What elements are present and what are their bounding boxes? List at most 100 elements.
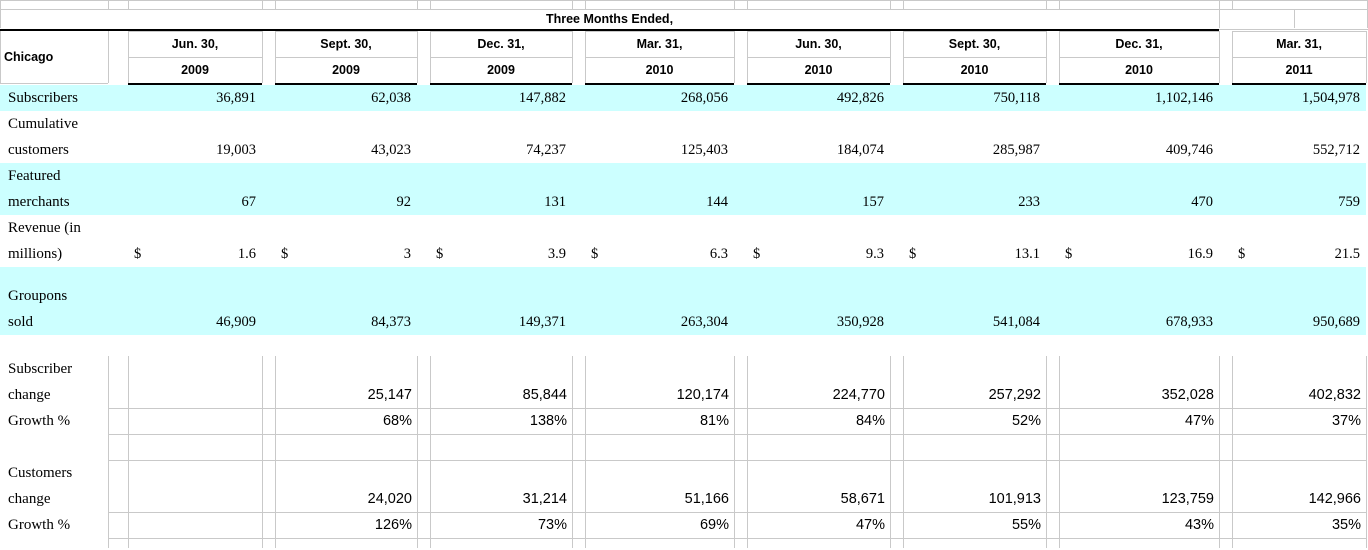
derived-value: 69% [699, 517, 729, 533]
derived-value: 68% [382, 413, 412, 429]
derived-value: 81% [699, 413, 729, 429]
column-header-month-6: Dec. 31, [1115, 37, 1163, 51]
currency-symbol: $ [753, 246, 761, 262]
thin-row-divider [430, 0, 431, 10]
header-gutter-left-6 [1046, 31, 1047, 83]
derived-label: Growth % [8, 517, 71, 533]
derived-value: 142,966 [1308, 491, 1361, 507]
derived-value: 52% [1011, 413, 1041, 429]
derived-value: 101,913 [988, 491, 1041, 507]
header-gutter-left-3 [572, 31, 573, 83]
metric-value: 759 [1338, 194, 1360, 210]
derived-value: 43% [1184, 517, 1214, 533]
derived-grid-vline [108, 356, 109, 548]
thin-row-divider [1059, 0, 1060, 10]
header-top-rule-6 [1059, 31, 1219, 32]
derived-value: 31,214 [522, 491, 567, 507]
header-gutter-left-7 [1219, 31, 1220, 83]
column-header-month-2: Dec. 31, [477, 37, 525, 51]
banner-right-edge [1219, 10, 1220, 28]
derived-value: 138% [529, 413, 567, 429]
thin-row-divider [275, 0, 276, 10]
header-top-rule-0 [128, 31, 262, 32]
metric-value: 157 [862, 194, 884, 210]
metric-value: 43,023 [371, 142, 411, 158]
column-header-year-7: 2011 [1285, 63, 1313, 77]
metric-label: Cumulative [8, 116, 78, 132]
thin-row-divider [903, 0, 904, 10]
metric-value: 147,882 [518, 90, 566, 106]
corner-bottom-edge [0, 83, 108, 84]
metric-label: Subscribers [8, 90, 78, 106]
metric-value: 233 [1018, 194, 1040, 210]
metric-value: 678,933 [1165, 314, 1213, 330]
derived-grid-hline [108, 434, 1366, 435]
metric-value: 285,987 [992, 142, 1040, 158]
derived-grid-vline [1046, 356, 1047, 548]
metric-value: 552,712 [1312, 142, 1360, 158]
header-month-year-divider-4 [747, 57, 890, 58]
banner-underline-rule-right [1219, 29, 1368, 30]
metric-label: Groupons [8, 288, 68, 304]
header-month-year-divider-6 [1059, 57, 1219, 58]
thin-row-divider [1219, 0, 1220, 10]
derived-value: 224,770 [832, 387, 885, 403]
header-top-rule-4 [747, 31, 890, 32]
metric-value: 1,102,146 [1155, 90, 1213, 106]
header-col-left-0 [128, 31, 129, 83]
column-header-month-7: Mar. 31, [1276, 37, 1322, 51]
column-header-year-4: 2010 [804, 63, 833, 77]
currency-symbol: $ [134, 246, 142, 262]
header-gutter-left-5 [890, 31, 891, 83]
header-top-rule-5 [903, 31, 1046, 32]
thin-row-divider [1232, 0, 1233, 10]
column-header-year-0: 2009 [181, 63, 209, 77]
thin-row-divider [734, 0, 735, 10]
metric-value: 36,891 [216, 90, 256, 106]
header-month-year-divider-1 [275, 57, 417, 58]
header-top-rule-3 [585, 31, 734, 32]
derived-value: 402,832 [1308, 387, 1361, 403]
thin-row-divider [0, 0, 1, 10]
metric-value: 19,003 [216, 142, 256, 158]
metric-value: 144 [706, 194, 728, 210]
corner-label-chicago: Chicago [4, 50, 54, 64]
header-month-year-divider-5 [903, 57, 1046, 58]
derived-value: 352,028 [1161, 387, 1214, 403]
metric-value: 409,746 [1165, 142, 1213, 158]
metric-value: 950,689 [1312, 314, 1360, 330]
derived-grid-vline [1366, 356, 1367, 548]
header-top-rule-2 [430, 31, 572, 32]
derived-value: 47% [855, 517, 885, 533]
metric-value: 1,504,978 [1302, 90, 1360, 106]
thin-row-divider [417, 0, 418, 10]
derived-value: 47% [1184, 413, 1214, 429]
derived-grid-vline [417, 356, 418, 548]
metric-value: 263,304 [680, 314, 728, 330]
metric-value: 84,373 [371, 314, 411, 330]
currency-symbol: $ [1238, 246, 1246, 262]
metric-value: 46,909 [216, 314, 256, 330]
metric-label: Revenue (in [8, 220, 81, 236]
header-month-year-divider-3 [585, 57, 734, 58]
derived-value: 123,759 [1161, 491, 1214, 507]
three-months-ended-header: Three Months Ended, [545, 12, 674, 26]
header-month-year-divider-2 [430, 57, 572, 58]
metric-label: Featured [8, 168, 61, 184]
derived-value: 24,020 [367, 491, 412, 507]
derived-grid-vline [128, 356, 129, 548]
metric-value: 125,403 [680, 142, 728, 158]
column-header-month-5: Sept. 30, [948, 37, 1001, 51]
thin-row-divider [890, 0, 891, 10]
thin-row-divider [572, 0, 573, 10]
metric-value: 67 [241, 194, 257, 210]
metric-value: 492,826 [836, 90, 884, 106]
derived-value: 84% [855, 413, 885, 429]
currency-symbol: $ [909, 246, 917, 262]
column-header-month-3: Mar. 31, [636, 37, 683, 51]
thin-row-divider [108, 0, 109, 10]
derived-value: 55% [1011, 517, 1041, 533]
thin-row-divider [747, 0, 748, 10]
header-col-left-6 [1059, 31, 1060, 83]
header-col-left-5 [903, 31, 904, 83]
